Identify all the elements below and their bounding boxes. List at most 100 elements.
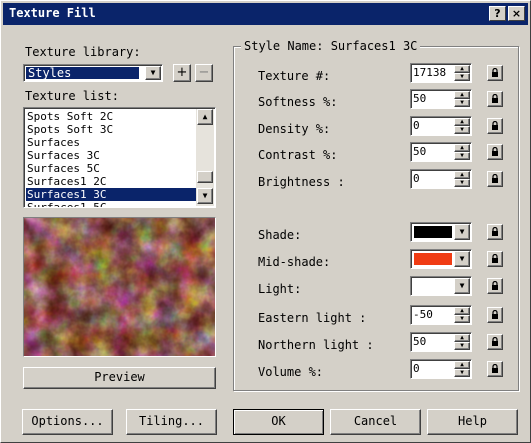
light-spinner[interactable]: 50 ▲ ▼ xyxy=(410,332,472,352)
add-library-button[interactable]: + xyxy=(173,64,191,82)
texture-library-label: Texture library: xyxy=(25,45,141,59)
color-picker[interactable]: ▼ xyxy=(410,222,472,242)
texture-list-item[interactable]: Surfaces1 3C xyxy=(26,188,196,201)
title-bar: Texture Fill ? × xyxy=(3,3,528,25)
lock-icon[interactable] xyxy=(487,144,503,160)
chevron-down-icon[interactable]: ▼ xyxy=(145,66,161,80)
lock-icon[interactable] xyxy=(487,171,503,187)
texture-library-value: Styles xyxy=(26,67,139,79)
lock-icon[interactable] xyxy=(487,91,503,107)
light-spinner[interactable]: 0 ▲ ▼ xyxy=(410,359,472,379)
lock-icon[interactable] xyxy=(487,307,503,323)
help-button[interactable]: Help xyxy=(427,409,518,435)
chevron-down-icon[interactable]: ▼ xyxy=(454,251,470,267)
param-spinner-value: 50 xyxy=(413,92,427,105)
texture-list-item[interactable]: Surfaces xyxy=(26,136,196,149)
ok-button[interactable]: OK xyxy=(233,409,324,435)
spin-buttons[interactable]: ▲ ▼ xyxy=(454,307,470,323)
spin-up-icon[interactable]: ▲ xyxy=(454,307,470,315)
texture-list-item[interactable]: Surfaces 3C xyxy=(26,149,196,162)
spin-up-icon[interactable]: ▲ xyxy=(454,91,470,99)
spin-buttons[interactable]: ▲ ▼ xyxy=(454,91,470,107)
spin-down-icon[interactable]: ▼ xyxy=(454,152,470,160)
lock-icon[interactable] xyxy=(487,278,503,294)
texture-list[interactable]: Spots Soft 2C Spots Soft 3C Surfaces Surfac… xyxy=(23,107,216,208)
spin-up-icon[interactable]: ▲ xyxy=(454,65,470,73)
param-spinner[interactable]: 50 ▲ ▼ xyxy=(410,89,472,109)
param-label: Contrast %: xyxy=(258,148,338,162)
color-label: Light: xyxy=(258,282,302,296)
spin-up-icon[interactable]: ▲ xyxy=(454,334,470,342)
light-label: Northern light : xyxy=(258,338,374,352)
texture-preview xyxy=(23,217,216,357)
remove-library-button[interactable]: − xyxy=(195,64,213,82)
color-label: Mid-shade: xyxy=(258,255,331,269)
lock-icon[interactable] xyxy=(487,334,503,350)
lock-icon[interactable] xyxy=(487,118,503,134)
spin-down-icon[interactable]: ▼ xyxy=(454,369,470,377)
texture-preview-image xyxy=(24,218,215,356)
param-label: Brightness : xyxy=(258,175,345,189)
spin-down-icon[interactable]: ▼ xyxy=(454,179,470,187)
scroll-up-icon[interactable]: ▲ xyxy=(197,109,213,125)
color-swatch xyxy=(414,226,452,238)
scroll-down-icon[interactable]: ▼ xyxy=(197,188,213,204)
scrollbar-thumb[interactable] xyxy=(197,171,213,183)
spin-buttons[interactable]: ▲ ▼ xyxy=(454,144,470,160)
spin-buttons[interactable]: ▲ ▼ xyxy=(454,118,470,134)
spin-buttons[interactable]: ▲ ▼ xyxy=(454,361,470,377)
param-label: Softness %: xyxy=(258,95,338,109)
help-title-button[interactable]: ? xyxy=(489,6,506,21)
texture-fill-dialog: Texture Fill ? × Texture library: Styles… xyxy=(0,0,531,443)
close-button[interactable]: × xyxy=(508,6,525,21)
param-spinner[interactable]: 50 ▲ ▼ xyxy=(410,142,472,162)
chevron-down-icon[interactable]: ▼ xyxy=(454,224,470,240)
tiling-button[interactable]: Tiling... xyxy=(126,409,217,435)
texture-list-item[interactable]: Spots Soft 3C xyxy=(26,123,196,136)
spin-down-icon[interactable]: ▼ xyxy=(454,99,470,107)
param-spinner[interactable]: 0 ▲ ▼ xyxy=(410,169,472,189)
light-spinner-value: -50 xyxy=(413,308,433,321)
cancel-button[interactable]: Cancel xyxy=(330,409,421,435)
color-swatch xyxy=(414,280,452,292)
spin-up-icon[interactable]: ▲ xyxy=(454,118,470,126)
style-name-label: Style Name: Surfaces1 3C xyxy=(241,39,421,53)
spin-down-icon[interactable]: ▼ xyxy=(454,315,470,323)
param-spinner-value: 0 xyxy=(413,119,420,132)
spin-up-icon[interactable]: ▲ xyxy=(454,144,470,152)
spin-up-icon[interactable]: ▲ xyxy=(454,171,470,179)
lock-icon[interactable] xyxy=(487,361,503,377)
spin-buttons[interactable]: ▲ ▼ xyxy=(454,171,470,187)
spin-down-icon[interactable]: ▼ xyxy=(454,73,470,81)
chevron-down-icon[interactable]: ▼ xyxy=(454,278,470,294)
spin-up-icon[interactable]: ▲ xyxy=(454,361,470,369)
light-spinner-value: 0 xyxy=(413,362,420,375)
lock-icon[interactable] xyxy=(487,251,503,267)
param-spinner[interactable]: 0 ▲ ▼ xyxy=(410,116,472,136)
light-spinner[interactable]: -50 ▲ ▼ xyxy=(410,305,472,325)
spin-buttons[interactable]: ▲ ▼ xyxy=(454,334,470,350)
texture-list-scrollbar[interactable]: ▲ ▼ xyxy=(196,109,214,206)
dialog-title: Texture Fill xyxy=(9,6,96,20)
texture-list-item[interactable]: Spots Soft 2C xyxy=(26,110,196,123)
param-label: Texture #: xyxy=(258,69,331,83)
spin-down-icon[interactable]: ▼ xyxy=(454,126,470,134)
param-spinner[interactable]: 17138 ▲ ▼ xyxy=(410,63,472,83)
preview-button[interactable]: Preview xyxy=(23,367,216,389)
color-picker[interactable]: ▼ xyxy=(410,276,472,296)
spin-buttons[interactable]: ▲ ▼ xyxy=(454,65,470,81)
spin-down-icon[interactable]: ▼ xyxy=(454,342,470,350)
texture-list-item[interactable]: Surfaces1 2C xyxy=(26,175,196,188)
param-spinner-value: 50 xyxy=(413,145,427,158)
param-label: Density %: xyxy=(258,122,331,136)
color-picker[interactable]: ▼ xyxy=(410,249,472,269)
texture-list-item[interactable]: Surfaces1 5C xyxy=(26,201,196,207)
lock-icon[interactable] xyxy=(487,224,503,240)
lock-icon[interactable] xyxy=(487,65,503,81)
texture-library-dropdown[interactable]: Styles ▼ xyxy=(23,64,163,82)
texture-list-item[interactable]: Surfaces 5C xyxy=(26,162,196,175)
light-label: Eastern light : xyxy=(258,311,367,325)
options-button[interactable]: Options... xyxy=(22,409,113,435)
light-spinner-value: 50 xyxy=(413,335,427,348)
param-spinner-value: 0 xyxy=(413,172,420,185)
